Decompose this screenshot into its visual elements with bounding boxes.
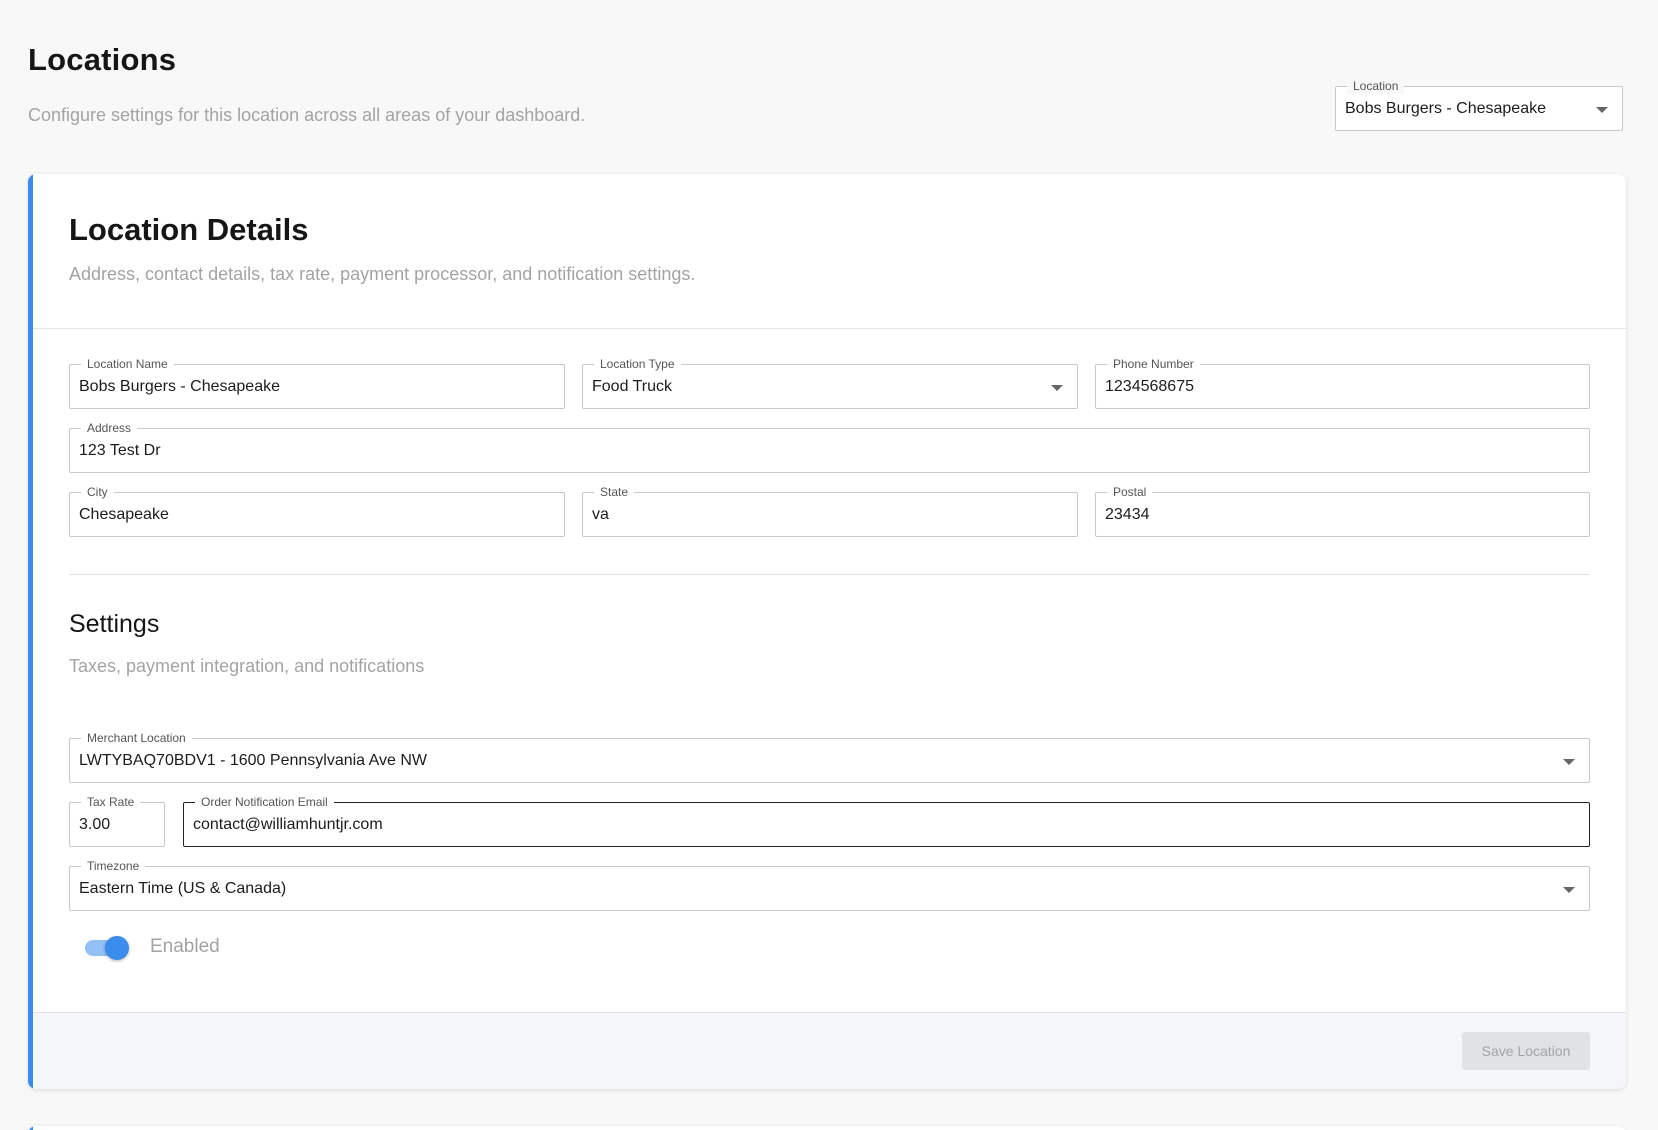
tax-rate-field[interactable]: Tax Rate 3.00 (69, 794, 165, 847)
order-notification-email-value: contact@williamhuntjr.com (193, 816, 383, 833)
chevron-down-icon (1563, 759, 1575, 765)
page-subtitle: Configure settings for this location acr… (28, 105, 586, 125)
order-notification-email-label: Order Notification Email (195, 794, 334, 810)
phone-number-label: Phone Number (1107, 356, 1200, 372)
city-field[interactable]: City Chesapeake (69, 484, 565, 537)
location-select-value: Bobs Burgers - Chesapeake (1345, 100, 1546, 117)
address-field[interactable]: Address 123 Test Dr (69, 420, 1590, 473)
section-divider (69, 574, 1590, 575)
card-divider (33, 328, 1626, 329)
card-footer: Save Location (33, 1012, 1626, 1089)
phone-number-field[interactable]: Phone Number 1234568675 (1095, 356, 1590, 409)
toggle-thumb (105, 936, 129, 960)
location-type-select[interactable]: Location Type Food Truck (582, 356, 1078, 409)
city-label: City (81, 484, 114, 500)
chevron-down-icon (1563, 887, 1575, 893)
phone-number-value: 1234568675 (1105, 378, 1194, 395)
address-label: Address (81, 420, 138, 436)
timezone-value: Eastern Time (US & Canada) (79, 880, 287, 897)
card-title: Location Details (69, 212, 309, 247)
location-select[interactable]: Location Bobs Burgers - Chesapeake (1335, 78, 1623, 131)
chevron-down-icon (1051, 385, 1063, 391)
card-accent-bar (28, 1126, 33, 1130)
enabled-toggle[interactable] (83, 934, 129, 960)
location-type-value: Food Truck (592, 378, 673, 395)
tax-rate-value: 3.00 (79, 816, 111, 833)
location-name-label: Location Name (81, 356, 174, 372)
merchant-location-label: Merchant Location (81, 730, 192, 746)
postal-label: Postal (1107, 484, 1153, 500)
state-value: va (592, 506, 609, 523)
postal-field[interactable]: Postal 23434 (1095, 484, 1590, 537)
state-label: State (594, 484, 635, 500)
state-field[interactable]: State va (582, 484, 1078, 537)
page-title: Locations (28, 42, 177, 77)
tax-rate-label: Tax Rate (81, 794, 141, 810)
address-value: 123 Test Dr (79, 442, 161, 459)
card-accent-bar (28, 174, 33, 1089)
postal-value: 23434 (1105, 506, 1150, 523)
timezone-select[interactable]: Timezone Eastern Time (US & Canada) (69, 858, 1590, 911)
chevron-down-icon (1596, 107, 1608, 113)
timezone-label: Timezone (81, 858, 146, 874)
location-details-card: Location Details Address, contact detail… (28, 174, 1626, 1089)
card-subtitle: Address, contact details, tax rate, paym… (69, 264, 696, 284)
city-value: Chesapeake (79, 506, 169, 523)
settings-subtitle: Taxes, payment integration, and notifica… (69, 656, 425, 676)
location-select-label: Location (1347, 78, 1405, 94)
merchant-location-select[interactable]: Merchant Location LWTYBAQ70BDV1 - 1600 P… (69, 730, 1590, 783)
enabled-label: Enabled (150, 936, 220, 957)
location-name-field[interactable]: Location Name Bobs Burgers - Chesapeake (69, 356, 565, 409)
settings-title: Settings (69, 610, 160, 638)
order-notification-email-field[interactable]: Order Notification Email contact@william… (183, 794, 1590, 847)
save-location-button[interactable]: Save Location (1462, 1032, 1590, 1070)
location-type-label: Location Type (594, 356, 681, 372)
merchant-location-value: LWTYBAQ70BDV1 - 1600 Pennsylvania Ave NW (79, 752, 428, 769)
next-card (28, 1126, 1626, 1130)
page-header: Locations Configure settings for this lo… (28, 42, 585, 126)
location-name-value: Bobs Burgers - Chesapeake (79, 378, 280, 395)
